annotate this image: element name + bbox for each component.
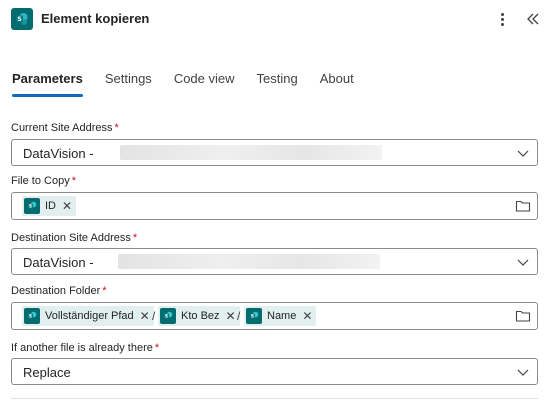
- remove-token-icon[interactable]: ✕: [226, 310, 236, 322]
- path-separator: /: [237, 309, 241, 323]
- svg-text:S: S: [29, 204, 32, 210]
- svg-text:S: S: [165, 314, 168, 320]
- svg-text:S: S: [251, 314, 254, 320]
- file-to-copy-input[interactable]: S ID ✕: [11, 192, 538, 220]
- more-options-button[interactable]: [494, 8, 510, 30]
- destination-folder-label: Destination Folder *: [11, 285, 107, 297]
- current-site-dropdown[interactable]: DataVision -: [11, 139, 538, 166]
- remove-token-icon[interactable]: ✕: [62, 200, 72, 212]
- if-exists-label: If another file is already there *: [11, 342, 159, 354]
- sharepoint-icon: S: [24, 308, 40, 324]
- more-dot-icon: [500, 22, 504, 26]
- required-marker: *: [154, 342, 160, 354]
- sharepoint-icon: S: [160, 308, 176, 324]
- chevron-down-icon[interactable]: [516, 365, 530, 379]
- svg-text:S: S: [29, 314, 32, 320]
- required-marker: *: [102, 285, 107, 297]
- tab-bar: Parameters Settings Code view Testing Ab…: [12, 70, 376, 98]
- folder-icon[interactable]: [515, 309, 531, 323]
- svg-text:S: S: [17, 16, 21, 23]
- current-site-label-text: Current Site Address: [11, 122, 113, 134]
- current-site-value: DataVision -: [23, 146, 94, 161]
- chevron-down-icon[interactable]: [516, 255, 530, 269]
- dynamic-content-token[interactable]: S Name ✕: [244, 306, 317, 326]
- tab-about[interactable]: About: [320, 70, 354, 98]
- panel-header: S Element kopieren: [0, 0, 548, 40]
- required-marker: *: [114, 122, 119, 134]
- destination-site-dropdown[interactable]: DataVision -: [11, 248, 538, 275]
- folder-icon[interactable]: [515, 199, 531, 213]
- double-chevron-left-icon: [527, 13, 539, 25]
- sharepoint-icon: S: [24, 198, 40, 214]
- dynamic-content-token[interactable]: S Kto Bez ✕: [158, 306, 240, 326]
- destination-folder-input[interactable]: S Vollständiger Pfad ✕ / S Kto Bez ✕ / S…: [11, 302, 538, 330]
- file-to-copy-label-text: File to Copy: [11, 175, 70, 187]
- destination-site-label-text: Destination Site Address: [11, 232, 131, 244]
- tab-settings[interactable]: Settings: [105, 70, 152, 98]
- dynamic-content-token[interactable]: S Vollständiger Pfad ✕: [22, 306, 154, 326]
- if-exists-dropdown[interactable]: Replace: [11, 358, 538, 385]
- token-label: Name: [267, 310, 297, 322]
- destination-site-value: DataVision -: [23, 255, 94, 270]
- tab-code-view[interactable]: Code view: [174, 70, 235, 98]
- destination-folder-label-text: Destination Folder: [11, 285, 101, 297]
- path-separator: /: [152, 309, 156, 323]
- sharepoint-icon: S: [11, 8, 33, 30]
- divider: [11, 398, 538, 399]
- more-dot-icon: [500, 12, 504, 16]
- tab-testing[interactable]: Testing: [257, 70, 298, 98]
- destination-site-label: Destination Site Address *: [11, 232, 137, 244]
- current-site-label: Current Site Address *: [11, 122, 119, 134]
- redacted-site-name: [118, 254, 380, 269]
- tab-parameters[interactable]: Parameters: [12, 70, 83, 98]
- redacted-site-name: [120, 145, 382, 160]
- sharepoint-icon: S: [246, 308, 262, 324]
- chevron-down-icon[interactable]: [516, 146, 530, 160]
- if-exists-value: Replace: [23, 365, 71, 380]
- remove-token-icon[interactable]: ✕: [302, 310, 312, 322]
- collapse-panel-button[interactable]: [523, 9, 543, 29]
- required-marker: *: [71, 175, 76, 187]
- file-to-copy-label: File to Copy *: [11, 175, 76, 187]
- dynamic-content-token[interactable]: S ID ✕: [22, 196, 77, 216]
- token-label: Kto Bez: [181, 310, 220, 322]
- token-label: ID: [45, 200, 56, 212]
- remove-token-icon[interactable]: ✕: [140, 310, 150, 322]
- required-marker: *: [132, 232, 138, 244]
- action-title: Element kopieren: [41, 11, 150, 26]
- if-exists-label-text: If another file is already there: [11, 342, 153, 354]
- token-label: Vollständiger Pfad: [45, 310, 134, 322]
- more-dot-icon: [500, 17, 504, 21]
